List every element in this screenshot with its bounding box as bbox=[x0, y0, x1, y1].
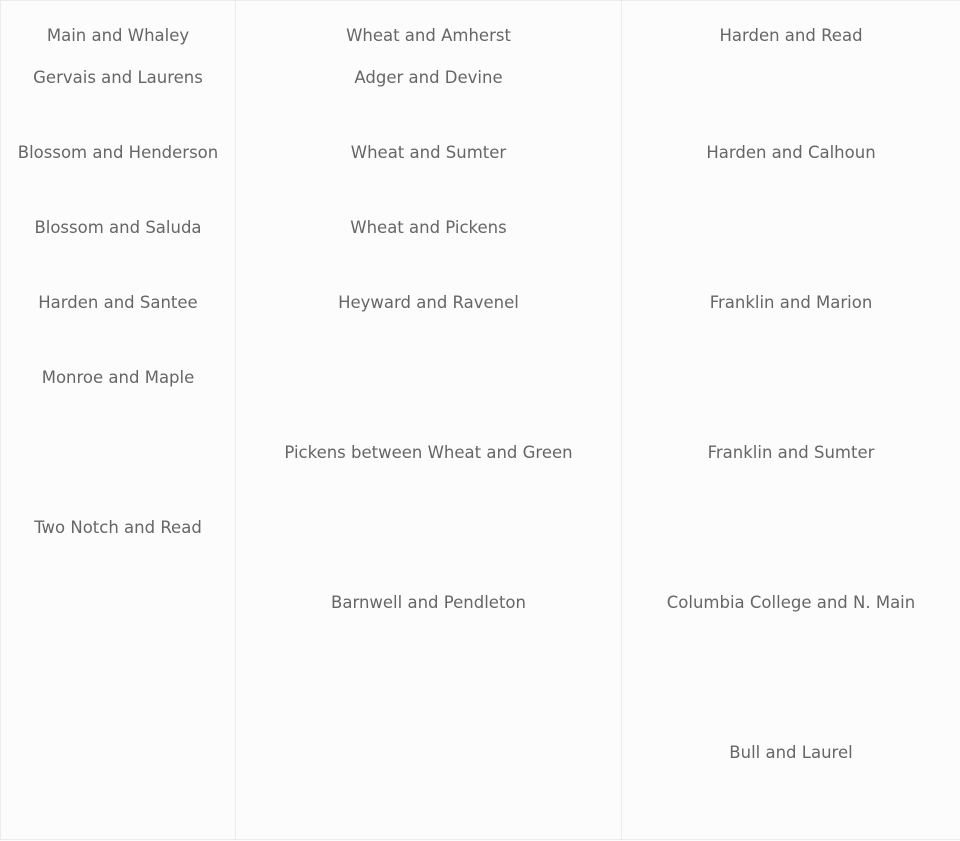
location-paragraph: Franklin and Sumter bbox=[632, 432, 950, 474]
location-paragraph: Pickens between Wheat and Green bbox=[246, 432, 611, 474]
location-name: Harden and Santee bbox=[38, 293, 198, 312]
locations-table: Main and Whaley Gervais and Laurens Blosso… bbox=[0, 0, 960, 840]
location-name: Pickens between Wheat and Green bbox=[284, 443, 573, 462]
table-cell-column-1: Main and Whaley Gervais and Laurens Blosso… bbox=[0, 0, 236, 840]
location-name: Blossom and Henderson bbox=[17, 143, 219, 162]
location-name: Wheat and Amherst bbox=[346, 26, 511, 45]
location-name: Blossom and Saluda bbox=[34, 218, 202, 237]
empty-paragraph bbox=[632, 657, 950, 699]
location-name: Wheat and Pickens bbox=[350, 218, 507, 237]
location-name: Harden and Read bbox=[719, 26, 863, 45]
location-paragraph: Heyward and Ravenel bbox=[246, 282, 611, 324]
empty-paragraph bbox=[11, 432, 225, 474]
location-paragraph: Wheat and Amherst Adger and Devine bbox=[246, 15, 611, 99]
location-paragraph: Wheat and Pickens bbox=[246, 207, 611, 249]
location-paragraph: Wheat and Sumter bbox=[246, 132, 611, 174]
table-cell-column-3: Harden and Read Harden and Calhoun Frankli… bbox=[621, 0, 960, 840]
location-paragraph: Bull and Laurel bbox=[632, 732, 950, 774]
location-name: Monroe and Maple bbox=[41, 368, 195, 387]
location-name: Two Notch and Read bbox=[34, 518, 202, 537]
empty-paragraph bbox=[632, 207, 950, 249]
location-name: Franklin and Marion bbox=[709, 293, 873, 312]
location-name: Columbia College and N. Main bbox=[666, 593, 916, 612]
empty-paragraph bbox=[246, 507, 611, 549]
location-name: Franklin and Sumter bbox=[707, 443, 875, 462]
location-paragraph: Barnwell and Pendleton bbox=[246, 582, 611, 624]
location-paragraph: Blossom and Saluda bbox=[11, 207, 225, 249]
location-paragraph: Blossom and Henderson bbox=[11, 132, 225, 174]
table-row: Main and Whaley Gervais and Laurens Blosso… bbox=[0, 0, 960, 840]
empty-paragraph bbox=[632, 357, 950, 399]
location-paragraph: Columbia College and N. Main bbox=[632, 582, 950, 624]
location-name: Main and Whaley bbox=[46, 26, 190, 45]
empty-paragraph bbox=[632, 507, 950, 549]
location-paragraph: Harden and Read bbox=[632, 15, 950, 99]
location-paragraph: Monroe and Maple bbox=[11, 357, 225, 399]
empty-paragraph bbox=[246, 357, 611, 399]
location-paragraph: Franklin and Marion bbox=[632, 282, 950, 324]
location-name: Heyward and Ravenel bbox=[338, 293, 519, 312]
location-paragraph: Harden and Santee bbox=[11, 282, 225, 324]
location-paragraph: Harden and Calhoun bbox=[632, 132, 950, 174]
location-name: Bull and Laurel bbox=[729, 743, 853, 762]
location-paragraph: Two Notch and Read bbox=[11, 507, 225, 549]
location-paragraph: Main and Whaley Gervais and Laurens bbox=[11, 15, 225, 99]
location-name: Adger and Devine bbox=[354, 68, 503, 87]
location-name: Wheat and Sumter bbox=[350, 143, 507, 162]
table-cell-column-2: Wheat and Amherst Adger and Devine Wheat a… bbox=[235, 0, 622, 840]
location-name: Gervais and Laurens bbox=[33, 68, 203, 87]
location-name: Harden and Calhoun bbox=[706, 143, 876, 162]
location-name: Barnwell and Pendleton bbox=[331, 593, 526, 612]
